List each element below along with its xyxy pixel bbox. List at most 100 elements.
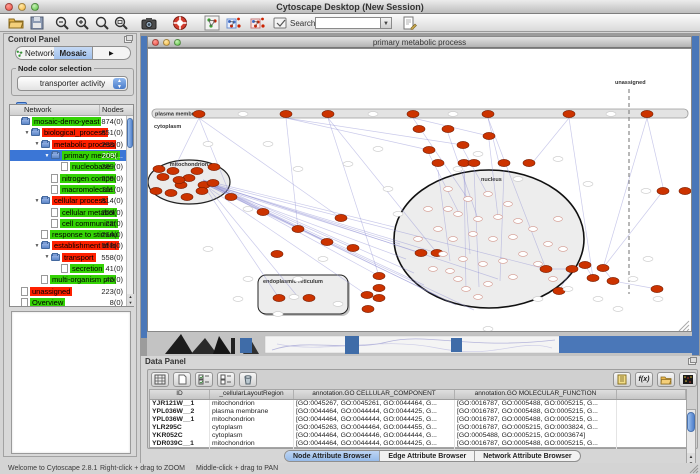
tree-item[interactable]: nucleobase-209(0) <box>10 161 126 172</box>
network-node[interactable] <box>167 167 179 174</box>
network-from-selection-selected-edges-icon[interactable] <box>250 15 266 31</box>
network-node[interactable] <box>559 247 568 252</box>
network-node[interactable] <box>335 214 347 221</box>
search-dropdown-arrow[interactable]: ▼ <box>381 17 392 29</box>
network-node[interactable] <box>150 187 162 194</box>
tree-item[interactable]: ▼metabolic process280(0) <box>10 139 126 150</box>
network-node[interactable] <box>347 244 359 251</box>
network-node[interactable] <box>157 173 169 180</box>
tab-edge-attribute-browser[interactable]: Edge Attribute Browser <box>380 451 475 461</box>
network-node[interactable] <box>474 217 483 222</box>
network-node[interactable] <box>165 189 177 196</box>
network-node[interactable] <box>273 294 285 301</box>
attribute-matrix-icon[interactable] <box>679 372 697 387</box>
column-header[interactable]: annotation.GO CELLULAR_COMPONENT <box>294 390 455 399</box>
tree-expander-icon[interactable]: ▼ <box>33 198 41 204</box>
table-row[interactable]: YKR052Ccytoplasm[GO:0044464, GO:0044446,… <box>150 432 686 440</box>
network-node[interactable] <box>444 207 453 212</box>
network-node[interactable] <box>566 265 578 272</box>
network-node[interactable] <box>657 187 669 194</box>
network-node[interactable] <box>462 287 471 292</box>
network-node[interactable] <box>321 238 333 245</box>
network-node[interactable] <box>607 277 619 284</box>
tab-node-attribute-browser[interactable]: Node Attribute Browser <box>285 451 380 461</box>
network-node[interactable] <box>454 212 463 217</box>
network-node[interactable] <box>509 275 518 280</box>
network-node[interactable] <box>498 159 510 166</box>
network-frame-titlebar[interactable]: primary metabolic process <box>147 36 692 48</box>
search-input[interactable] <box>315 17 381 29</box>
network-node[interactable] <box>529 227 538 232</box>
network-node[interactable] <box>292 225 304 232</box>
node-attribute-table[interactable]: ID_cellularLayoutRegionannotation.GO CEL… <box>149 389 687 448</box>
network-node[interactable] <box>373 272 385 279</box>
network-node[interactable] <box>587 274 599 281</box>
tree-item[interactable]: Overview8(0) <box>10 297 126 306</box>
network-node[interactable] <box>407 110 419 117</box>
network-node[interactable] <box>641 110 653 117</box>
network-node[interactable] <box>439 252 448 257</box>
network-node[interactable] <box>651 285 663 292</box>
tree-item[interactable]: response to stimulu264(0) <box>10 229 126 240</box>
tree-scrollbar-thumb[interactable] <box>127 118 133 148</box>
table-row[interactable]: YPL036W__1mitochondrion[GO:0044464, GO:0… <box>150 416 686 424</box>
network-node[interactable] <box>454 277 463 282</box>
network-node[interactable] <box>519 252 528 257</box>
column-header[interactable]: ID <box>150 390 210 399</box>
tree-item[interactable]: ▼primary metabol209(... <box>10 150 126 161</box>
network-canvas[interactable]: plasma membranecytoplasmnucleusmitochond… <box>148 49 691 331</box>
tab-mosaic[interactable]: Mosaic <box>54 47 91 59</box>
tree-item[interactable]: ▼cellular process614(0) <box>10 195 126 206</box>
tree-item[interactable]: cell communicat22(0) <box>10 218 126 229</box>
birdseye-view[interactable] <box>11 311 131 454</box>
tree-item[interactable]: nitrogen compo209(0) <box>10 172 126 183</box>
column-header[interactable]: _cellularLayoutRegion <box>210 390 294 399</box>
network-node[interactable] <box>207 179 219 186</box>
delete-attribute-icon[interactable] <box>239 372 257 387</box>
network-node[interactable] <box>494 215 503 220</box>
network-node[interactable] <box>484 282 493 287</box>
attribute-list-icon[interactable] <box>613 372 631 387</box>
tree-scrollbar[interactable]: ▲▼ <box>126 116 133 306</box>
network-node[interactable] <box>679 187 691 194</box>
network-from-selection-all-edges-icon[interactable] <box>226 15 242 31</box>
network-node[interactable] <box>208 163 220 170</box>
attribute-table-icon[interactable] <box>151 372 169 387</box>
table-scrollbar-thumb[interactable] <box>687 412 695 432</box>
network-node[interactable] <box>483 132 495 139</box>
network-node[interactable] <box>423 146 435 153</box>
network-node[interactable] <box>373 294 385 301</box>
network-node[interactable] <box>597 264 609 271</box>
float-data-panel-icon[interactable] <box>688 358 696 365</box>
tree-item[interactable]: macromolecule311(0) <box>10 184 126 195</box>
snapshot-icon[interactable] <box>141 15 157 31</box>
network-node[interactable] <box>193 110 205 117</box>
network-node[interactable] <box>444 187 453 192</box>
network-node[interactable] <box>514 219 523 224</box>
network-node[interactable] <box>579 261 591 268</box>
tree-item[interactable]: ▼transport558(0) <box>10 252 126 263</box>
node-color-dropdown[interactable]: transporter activity ▲▼ <box>17 76 128 91</box>
network-node[interactable] <box>424 207 433 212</box>
network-node[interactable] <box>225 193 237 200</box>
tree-scrollbar-arrows[interactable]: ▲▼ <box>127 294 134 306</box>
network-node[interactable] <box>414 237 423 242</box>
network-node[interactable] <box>474 295 483 300</box>
network-canvas-container[interactable]: plasma membranecytoplasmnucleusmitochond… <box>147 48 692 332</box>
help-lifebuoy-icon[interactable] <box>172 15 188 31</box>
tab-network[interactable]: Network <box>16 47 54 59</box>
network-node[interactable] <box>484 192 493 197</box>
network-node[interactable] <box>173 176 185 183</box>
network-node[interactable] <box>303 294 315 301</box>
formula-icon[interactable]: f(x) <box>635 372 653 387</box>
network-node[interactable] <box>280 110 292 117</box>
search-options-icon[interactable] <box>402 15 418 31</box>
annotation-icon[interactable] <box>272 15 288 31</box>
network-node[interactable] <box>442 125 454 132</box>
tree-item[interactable]: mosaic-demo-yeast874(0) <box>10 116 126 127</box>
network-node[interactable] <box>153 165 165 172</box>
network-node[interactable] <box>468 159 480 166</box>
unselect-attributes-icon[interactable] <box>217 372 235 387</box>
tree-item[interactable]: unassigned223(0) <box>10 285 126 296</box>
resize-grip[interactable] <box>688 463 699 474</box>
